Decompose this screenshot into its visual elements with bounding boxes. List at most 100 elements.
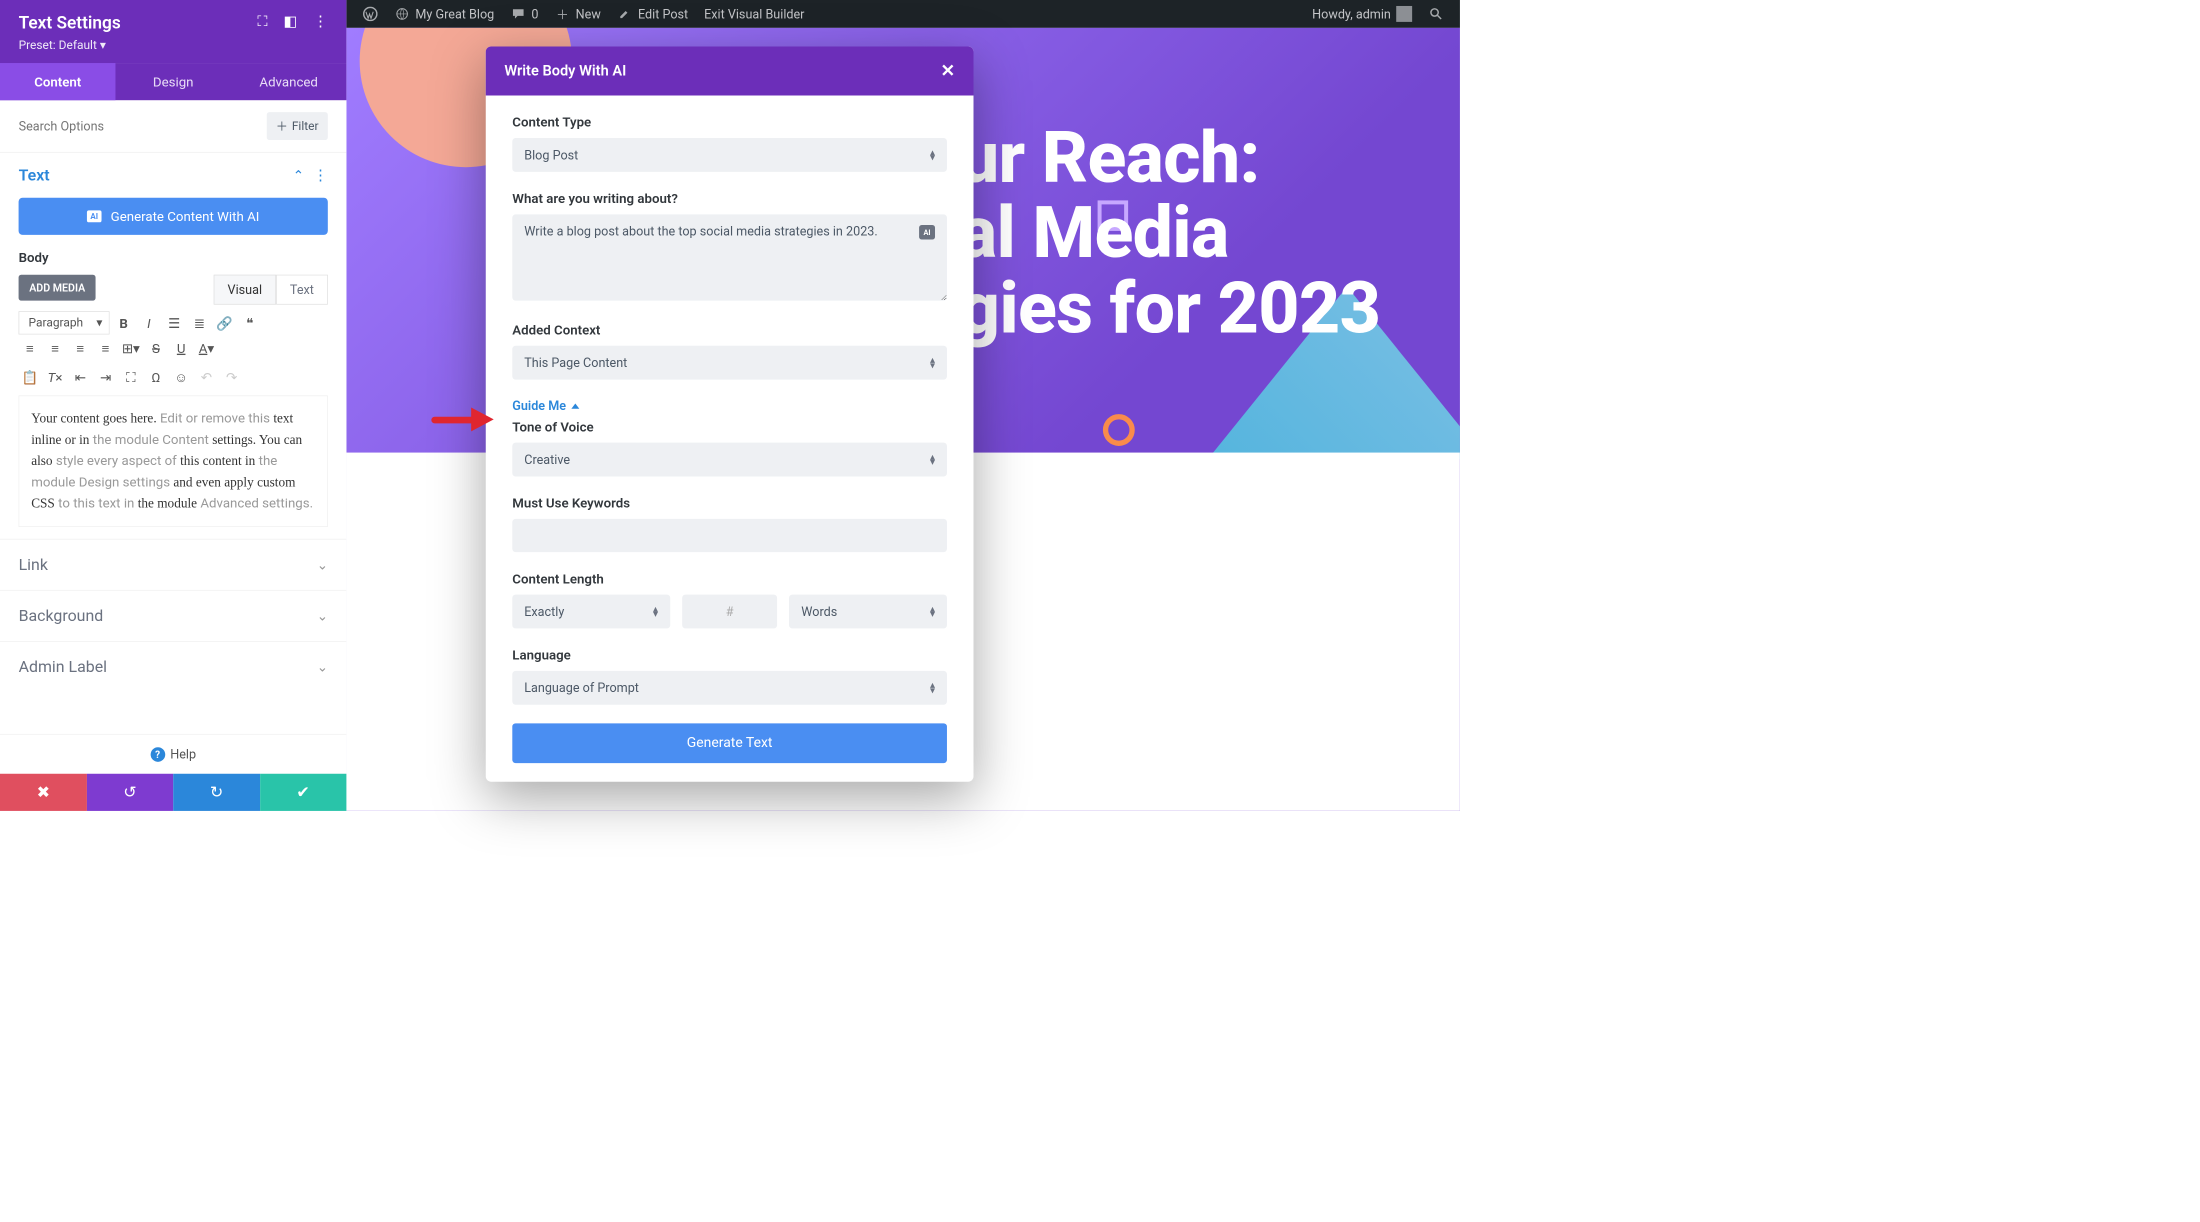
chevron-down-icon: ⌄: [317, 659, 328, 675]
emoji-icon[interactable]: ☺: [170, 366, 193, 389]
accordion-link[interactable]: Link⌄: [0, 539, 346, 590]
context-select[interactable]: This Page Content▴▾: [512, 346, 947, 380]
guide-me-toggle[interactable]: Guide Me: [512, 398, 947, 413]
help-link[interactable]: ?Help: [0, 734, 346, 774]
undo-button[interactable]: ↺: [87, 774, 174, 811]
kebab-icon[interactable]: ⋮: [313, 167, 328, 184]
body-editor[interactable]: Your content goes here. Edit or remove t…: [19, 396, 328, 527]
search-toggle[interactable]: [1420, 0, 1452, 28]
save-button[interactable]: ✔: [260, 774, 347, 811]
italic-icon[interactable]: I: [138, 312, 161, 335]
tone-select[interactable]: Creative▴▾: [512, 443, 947, 477]
redo-icon[interactable]: ↷: [220, 366, 243, 389]
kebab-icon[interactable]: ⋮: [313, 13, 328, 30]
align-left-icon[interactable]: ≡: [19, 337, 42, 360]
tab-content[interactable]: Content: [0, 63, 115, 100]
content-type-select[interactable]: Blog Post▴▾: [512, 138, 947, 172]
keywords-label: Must Use Keywords: [512, 495, 947, 511]
align-center-icon[interactable]: ≡: [44, 337, 67, 360]
accordion-background[interactable]: Background⌄: [0, 590, 346, 641]
howdy-label: Howdy, admin: [1312, 6, 1391, 21]
hero-heading: ur Reach: al Media gies for 2023: [959, 121, 1380, 347]
special-char-icon[interactable]: Ω: [145, 366, 168, 389]
length-mode-select[interactable]: Exactly▴▾: [512, 595, 670, 629]
tab-advanced[interactable]: Advanced: [231, 63, 346, 100]
ai-icon[interactable]: AI: [919, 225, 935, 240]
clear-format-icon[interactable]: T×: [44, 366, 67, 389]
strikethrough-icon[interactable]: S: [145, 337, 168, 360]
bullet-list-icon[interactable]: ☰: [163, 312, 186, 335]
language-select[interactable]: Language of Prompt▴▾: [512, 671, 947, 705]
numbered-list-icon[interactable]: ≣: [188, 312, 211, 335]
filter-button[interactable]: ＋Filter: [267, 112, 328, 140]
edit-post[interactable]: Edit Post: [609, 0, 696, 28]
context-label: Added Context: [512, 322, 947, 338]
keywords-input[interactable]: [512, 519, 947, 552]
generate-content-ai-button[interactable]: AI Generate Content With AI: [19, 198, 328, 235]
wp-logo[interactable]: [354, 0, 386, 28]
ai-modal: Write Body With AI ✕ Content Type Blog P…: [486, 46, 974, 781]
wp-admin-bar: My Great Blog 0 ＋New Edit Post Exit Visu…: [346, 0, 1460, 28]
new-content[interactable]: ＋New: [546, 0, 608, 28]
hero-ring: [1103, 414, 1135, 446]
indent-icon[interactable]: ⇥: [94, 366, 117, 389]
expand-icon[interactable]: ⛶: [257, 13, 267, 30]
exit-label: Exit Visual Builder: [704, 6, 804, 21]
generate-text-button[interactable]: Generate Text: [512, 723, 947, 763]
module-settings-panel: Text Settings ⛶ ◧ ⋮ Preset: Default ▾ Co…: [0, 0, 346, 811]
align-right-icon[interactable]: ≡: [69, 337, 92, 360]
preset-dropdown[interactable]: Preset: Default ▾: [19, 38, 328, 52]
ai-modal-title: Write Body With AI: [504, 63, 626, 80]
comment-icon: [510, 6, 526, 22]
comments-count: 0: [531, 6, 538, 21]
select-arrows-icon: ▴▾: [930, 455, 935, 465]
search-icon: [1428, 6, 1444, 22]
tab-design[interactable]: Design: [115, 63, 230, 100]
exit-visual-builder[interactable]: Exit Visual Builder: [696, 0, 812, 28]
triangle-up-icon: [571, 403, 579, 408]
table-icon[interactable]: ⊞▾: [119, 337, 142, 360]
outdent-icon[interactable]: ⇤: [69, 366, 92, 389]
comments[interactable]: 0: [502, 0, 546, 28]
editor-tab-visual[interactable]: Visual: [214, 275, 276, 305]
plus-icon: ＋: [276, 117, 288, 134]
redo-button[interactable]: ↻: [173, 774, 260, 811]
tone-label: Tone of Voice: [512, 419, 947, 435]
caret-down-icon: ▾: [96, 316, 102, 330]
paste-icon[interactable]: 📋: [19, 366, 42, 389]
body-label: Body: [0, 250, 346, 275]
pencil-icon: [617, 6, 633, 22]
text-color-icon[interactable]: A▾: [195, 337, 218, 360]
length-unit-select[interactable]: Words▴▾: [789, 595, 947, 629]
add-media-button[interactable]: ADD MEDIA: [19, 275, 96, 301]
chevron-down-icon: ⌄: [317, 608, 328, 624]
select-arrows-icon: ▴▾: [930, 683, 935, 693]
language-label: Language: [512, 647, 947, 663]
length-number-input[interactable]: #: [682, 595, 778, 629]
snap-icon[interactable]: ◧: [283, 13, 297, 30]
link-icon[interactable]: 🔗: [213, 312, 236, 335]
quote-icon[interactable]: ❝: [238, 312, 261, 335]
accordion-admin-label[interactable]: Admin Label⌄: [0, 641, 346, 692]
underline-icon[interactable]: U: [170, 337, 193, 360]
generate-label: Generate Content With AI: [111, 208, 260, 224]
close-icon[interactable]: ✕: [940, 61, 954, 81]
howdy-user[interactable]: Howdy, admin: [1304, 0, 1420, 28]
content-type-label: Content Type: [512, 114, 947, 130]
editor-tab-text[interactable]: Text: [276, 275, 328, 305]
site-name[interactable]: My Great Blog: [386, 0, 502, 28]
about-textarea[interactable]: [512, 214, 947, 300]
search-input[interactable]: [19, 118, 267, 133]
editor-toolbar: Paragraph▾ B I ☰ ≣ 🔗 ❝: [0, 305, 346, 338]
section-text-header[interactable]: Text ⌃ ⋮: [0, 153, 346, 198]
wordpress-icon: [362, 6, 378, 22]
ai-modal-header: Write Body With AI ✕: [486, 46, 974, 95]
select-arrows-icon: ▴▾: [930, 607, 935, 617]
bold-icon[interactable]: B: [112, 312, 135, 335]
search-row: ＋Filter: [0, 100, 346, 152]
undo-icon[interactable]: ↶: [195, 366, 218, 389]
discard-button[interactable]: ✖: [0, 774, 87, 811]
align-justify-icon[interactable]: ≡: [94, 337, 117, 360]
paragraph-dropdown[interactable]: Paragraph▾: [19, 311, 110, 334]
fullscreen-icon[interactable]: ⛶: [119, 366, 142, 389]
